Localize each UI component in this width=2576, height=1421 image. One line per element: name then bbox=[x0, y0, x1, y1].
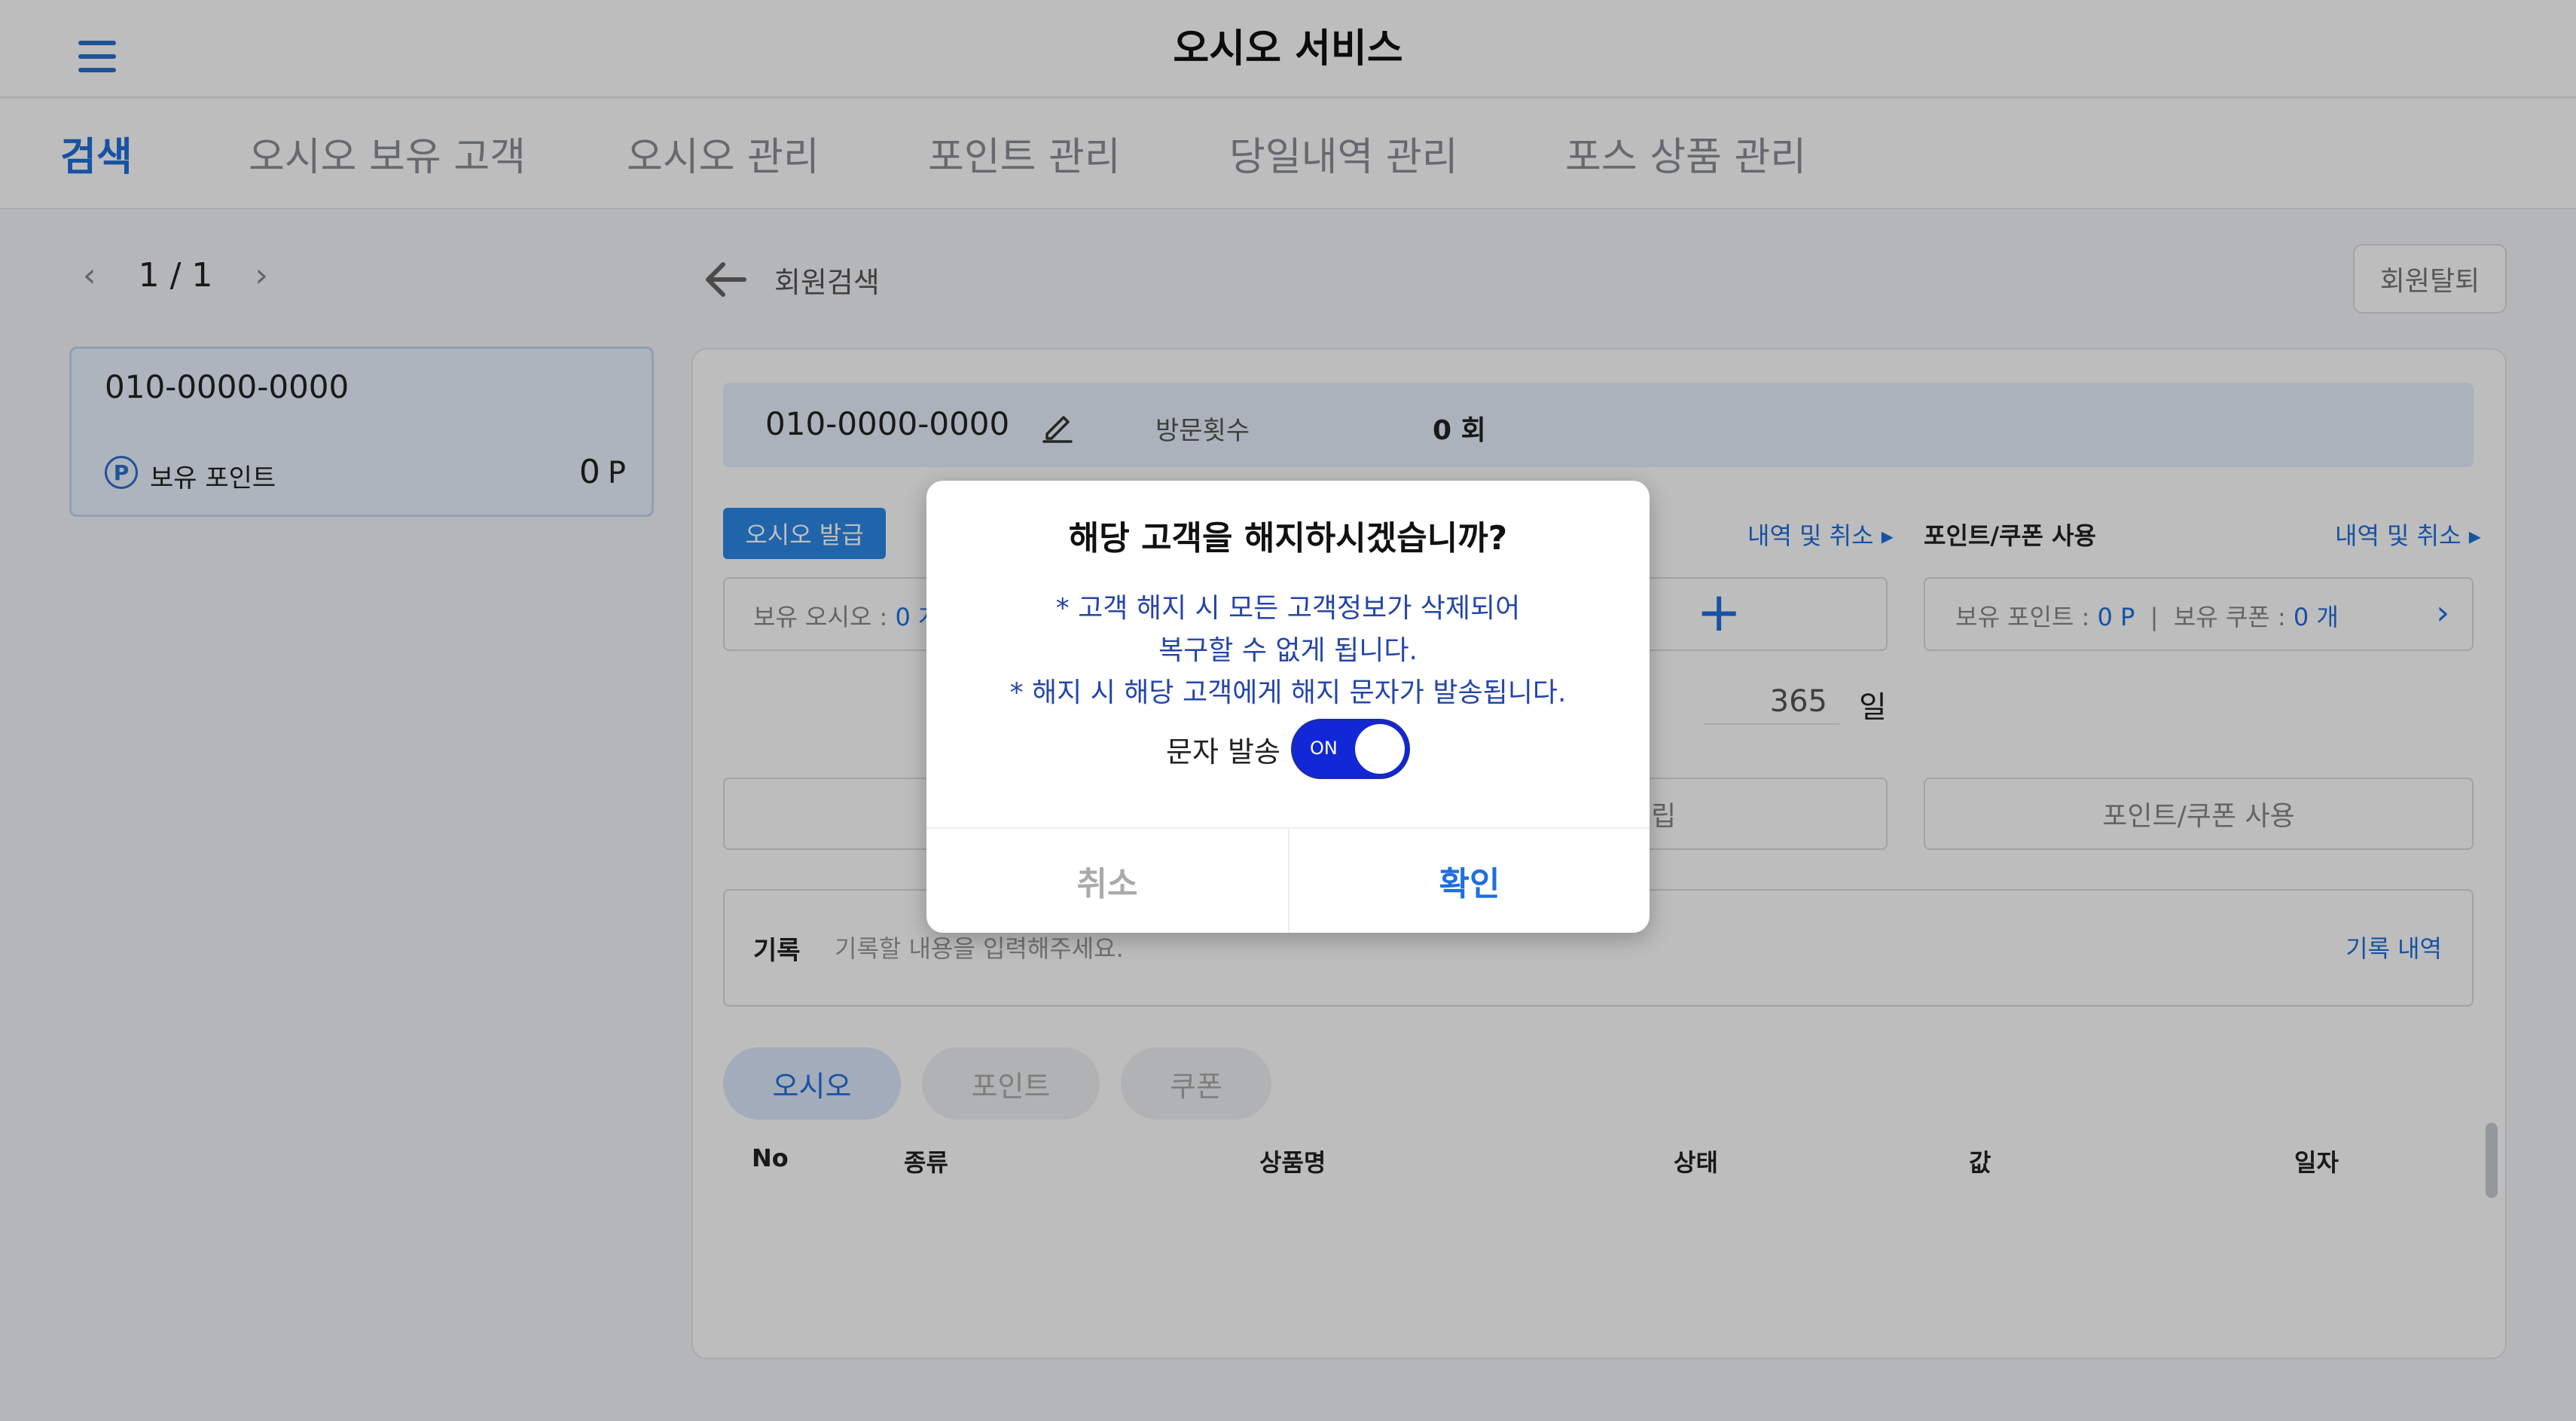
sms-label: 문자 발송 bbox=[1166, 735, 1280, 769]
dialog-title: 해당 고객을 해지하시겠습니까? bbox=[1068, 519, 1508, 558]
dialog-message-line-2: 복구할 수 없게 됩니다. bbox=[1158, 635, 1418, 666]
dialog-message-line-1: * 고객 해지 시 모든 고객정보가 삭제되어 bbox=[1055, 593, 1521, 624]
cancel-button[interactable]: 취소 bbox=[926, 829, 1288, 933]
toggle-on-text: ON bbox=[1309, 738, 1338, 759]
sms-row: 문자 발송 ON bbox=[926, 719, 1650, 779]
toggle-knob bbox=[1354, 724, 1405, 774]
confirm-button[interactable]: 확인 bbox=[1290, 829, 1650, 933]
dialog-message-line-3: * 해지 시 해당 고객에게 해지 문자가 발송됩니다. bbox=[1009, 677, 1567, 708]
confirm-dialog: 해당 고객을 해지하시겠습니까? * 고객 해지 시 모든 고객정보가 삭제되어… bbox=[926, 481, 1650, 933]
sms-toggle[interactable]: ON bbox=[1290, 719, 1410, 779]
